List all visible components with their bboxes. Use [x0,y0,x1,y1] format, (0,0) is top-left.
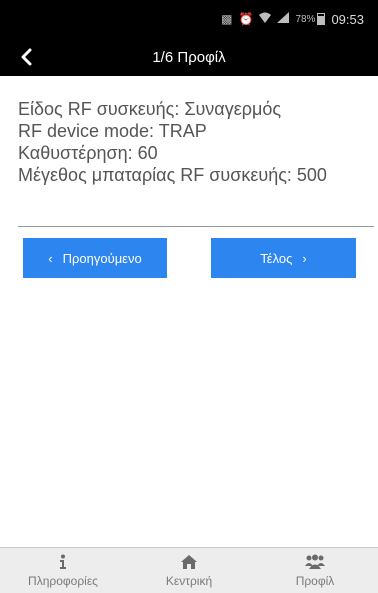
tab-info-label: Πληροφορίες [28,574,98,588]
battery-icon [317,13,326,25]
battery-indicator: 78% [295,13,326,25]
app-header: 1/6 Προφίλ [0,38,378,76]
chevron-left-icon [21,48,32,66]
finish-button[interactable]: Τέλος › [211,238,356,278]
rf-type-text: Είδος RF συσκευής: Συναγερμός [18,99,282,119]
users-icon [304,553,326,571]
tab-profile-label: Προφίλ [295,574,335,588]
back-button[interactable] [12,43,40,71]
divider [18,226,374,227]
home-icon [180,553,198,571]
notification-icon: ▩ [221,12,233,26]
previous-button-label: Προηγούμενο [62,250,142,266]
battery-size-text: Μέγεθος μπαταρίας RF συσκευής: 500 [18,165,327,185]
status-bar: ▩ ⏰ 78% 09:53 [0,0,378,38]
tab-info[interactable]: Πληροφορίες [0,548,126,593]
rf-mode-text: RF device mode: TRAP [18,121,207,141]
bottom-tab-bar: Πληροφορίες Κεντρική Προφίλ [0,547,378,593]
chevron-right-icon: › [302,250,307,266]
tab-profile[interactable]: Προφίλ [252,548,378,593]
delay-text: Καθυστέρηση: 60 [18,143,158,163]
profile-info: Είδος RF συσκευής: Συναγερμός RF device … [18,98,374,186]
alarm-icon: ⏰ [238,12,254,26]
wifi-icon [259,12,272,26]
previous-button[interactable]: ‹ Προηγούμενο [23,238,167,278]
battery-percent: 78% [295,13,316,25]
tab-home-label: Κεντρική [165,574,213,588]
page-title: 1/6 Προφίλ [152,48,226,66]
signal-icon [277,12,290,26]
chevron-left-icon: ‹ [48,250,53,266]
info-icon [58,553,68,571]
finish-button-label: Τέλος [260,250,293,266]
status-time: 09:53 [331,11,364,27]
tab-home[interactable]: Κεντρική [126,548,252,593]
